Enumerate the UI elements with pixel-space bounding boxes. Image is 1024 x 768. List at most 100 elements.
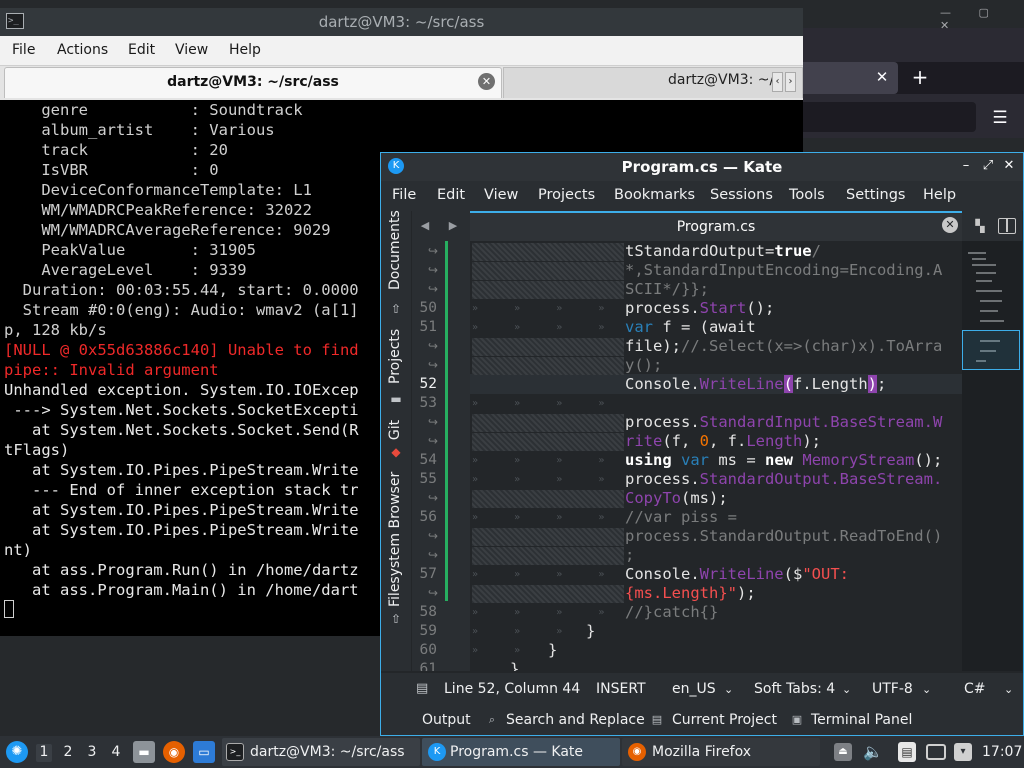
toolview-output[interactable]: Output	[422, 712, 471, 728]
minimap-line	[976, 290, 1002, 292]
toolview-terminal-panel[interactable]: Terminal Panel	[811, 712, 912, 728]
clock[interactable]: 17:07	[982, 744, 1022, 760]
indentation-select[interactable]: Soft Tabs: 4	[754, 681, 835, 697]
app-launcher-icon[interactable]: ✺	[6, 741, 28, 763]
eject-icon[interactable]: ⏏	[834, 743, 852, 761]
firefox-icon[interactable]: ◉	[163, 741, 185, 763]
syntax-select[interactable]: C#	[964, 681, 986, 697]
code-line: var f = (await	[625, 318, 756, 337]
terminal-line: AverageLevel : 9339	[4, 261, 247, 279]
sidebar-tab-documents[interactable]: Documents	[387, 210, 407, 290]
volume-icon[interactable]: 🔈	[862, 741, 884, 763]
kate-menu-bookmarks[interactable]: Bookmarks	[614, 187, 695, 203]
kate-tab-program-cs[interactable]: Program.cs	[470, 211, 962, 241]
encoding-select[interactable]: UTF-8	[872, 681, 913, 697]
kate-titlebar[interactable]: Program.cs — Kate	[381, 153, 1023, 181]
tab-scroll-right-icon[interactable]: ›	[785, 72, 796, 92]
pin-icon[interactable]: ⇧	[389, 302, 403, 316]
code-function: Length	[746, 432, 803, 450]
kate-menu-projects[interactable]: Projects	[538, 187, 595, 203]
kate-menu-tools[interactable]: Tools	[789, 187, 825, 203]
terminal-tab-inactive-label: dartz@VM3: ~/	[668, 72, 775, 88]
kate-menu-help[interactable]: Help	[923, 187, 956, 203]
toolview-search-replace[interactable]: Search and Replace	[506, 712, 645, 728]
sidebar-tab-filesystem-label: Filesystem Browser	[387, 471, 403, 607]
terminal-menu-file[interactable]: File	[12, 42, 35, 58]
clipboard-icon[interactable]: ▤	[898, 742, 916, 762]
line-number: 54	[419, 452, 437, 468]
split-view-icon[interactable]: ▚	[972, 218, 988, 234]
chevron-down-icon: ⌄	[1004, 683, 1014, 696]
kate-menu-file[interactable]: File	[392, 187, 416, 203]
wrap-indicator-icon: ↪	[428, 491, 439, 505]
split-horizontal-icon[interactable]	[998, 218, 1016, 234]
pin-icon-2[interactable]: ⇧	[389, 612, 403, 626]
file-manager-icon[interactable]: ▬	[133, 741, 155, 763]
terminal-menu-edit[interactable]: Edit	[128, 42, 155, 58]
sidebar-tab-projects[interactable]: Projects	[387, 329, 407, 384]
firefox-window-controls[interactable]: — ▢ ✕	[940, 6, 1020, 32]
tab-nav-right-icon[interactable]: ▶	[446, 217, 460, 235]
project-icon: ▤	[651, 713, 663, 726]
sidebar-tab-git[interactable]: Git	[387, 417, 407, 443]
line-number: 60	[419, 642, 437, 658]
workspace-2[interactable]: 2	[60, 744, 76, 762]
terminal-menu-view[interactable]: View	[175, 42, 208, 58]
sidebar-tab-filesystem-browser[interactable]: Filesystem Browser	[387, 472, 407, 607]
workspace-1[interactable]: 1	[36, 744, 52, 762]
notifications-icon[interactable]: ▾	[954, 743, 972, 761]
close-tab-icon[interactable]: ✕	[478, 73, 495, 90]
code-keyword: using	[625, 451, 672, 469]
sidebar-tab-documents-label: Documents	[387, 210, 403, 290]
firefox-tab-close-icon[interactable]: ✕	[874, 66, 890, 88]
code-line: //var piss =	[625, 508, 737, 526]
code-text: , f.	[709, 432, 747, 450]
wrap-indicator-icon: ↪	[428, 529, 439, 543]
dictionary-select[interactable]: en_US	[672, 681, 716, 697]
kate-menu-sessions[interactable]: Sessions	[710, 187, 773, 203]
cursor-position[interactable]: Line 52, Column 44	[444, 681, 580, 697]
workspace-3[interactable]: 3	[84, 744, 100, 762]
input-mode[interactable]: INSERT	[596, 681, 646, 697]
firefox-url-bar[interactable]	[802, 102, 976, 132]
minimize-icon[interactable]: –	[956, 156, 976, 176]
maximize-icon[interactable]: ⤢	[978, 156, 998, 176]
firefox-new-tab-icon[interactable]: +	[908, 64, 932, 90]
code-text: f = (await	[653, 318, 756, 336]
code-text: ();	[746, 299, 775, 317]
terminal-output[interactable]: genre : Soundtrack album_artist : Variou…	[4, 100, 384, 630]
network-icon[interactable]	[926, 744, 946, 760]
minimap-viewport[interactable]	[962, 330, 1020, 370]
code-minimap[interactable]	[962, 241, 1022, 671]
desktop-icon[interactable]: ▭	[193, 741, 215, 763]
kate-menu-settings[interactable]: Settings	[846, 187, 905, 203]
indent-markers: » » »	[472, 626, 563, 637]
indent-markers: » » » »	[472, 607, 605, 618]
terminal-menu-actions[interactable]: Actions	[57, 42, 108, 58]
modified-lines-marker	[445, 241, 448, 601]
firefox-hamburger-menu-icon[interactable]: ☰	[988, 106, 1012, 130]
kate-menu-edit[interactable]: Edit	[437, 187, 465, 203]
code-text: tStandardOutput=	[625, 242, 775, 260]
workspace-4[interactable]: 4	[108, 744, 124, 762]
search-icon: ⌕	[488, 713, 496, 726]
close-tab-icon[interactable]: ✕	[942, 217, 958, 233]
terminal-line: PeakValue : 31905	[4, 241, 256, 259]
code-line: file);//.Select(x=>(char)x).ToArra	[625, 337, 942, 356]
terminal-menu-help[interactable]: Help	[229, 42, 261, 58]
code-function: rite	[625, 432, 663, 450]
code-text: ;	[877, 375, 887, 393]
terminal-line: at System.IO.Pipes.PipeStream.Write	[4, 521, 359, 539]
close-icon[interactable]: ✕	[999, 156, 1019, 176]
terminal-line: IsVBR : 0	[4, 161, 219, 179]
kate-menu-view[interactable]: View	[484, 187, 518, 203]
terminal-line: WM/WMADRCAverageReference: 9029	[4, 221, 331, 239]
tab-nav-left-icon[interactable]: ◀	[418, 217, 432, 235]
terminal-titlebar[interactable]: dartz@VM3: ~/src/ass	[0, 8, 803, 36]
toolview-current-project[interactable]: Current Project	[672, 712, 777, 728]
terminal-tab-active[interactable]: dartz@VM3: ~/src/ass	[4, 67, 502, 98]
code-text: process.	[625, 299, 700, 317]
code-line: }	[548, 641, 558, 659]
tab-scroll-left-icon[interactable]: ‹	[772, 72, 783, 92]
terminal-line: Duration: 00:03:55.44, start: 0.0000	[4, 281, 359, 299]
